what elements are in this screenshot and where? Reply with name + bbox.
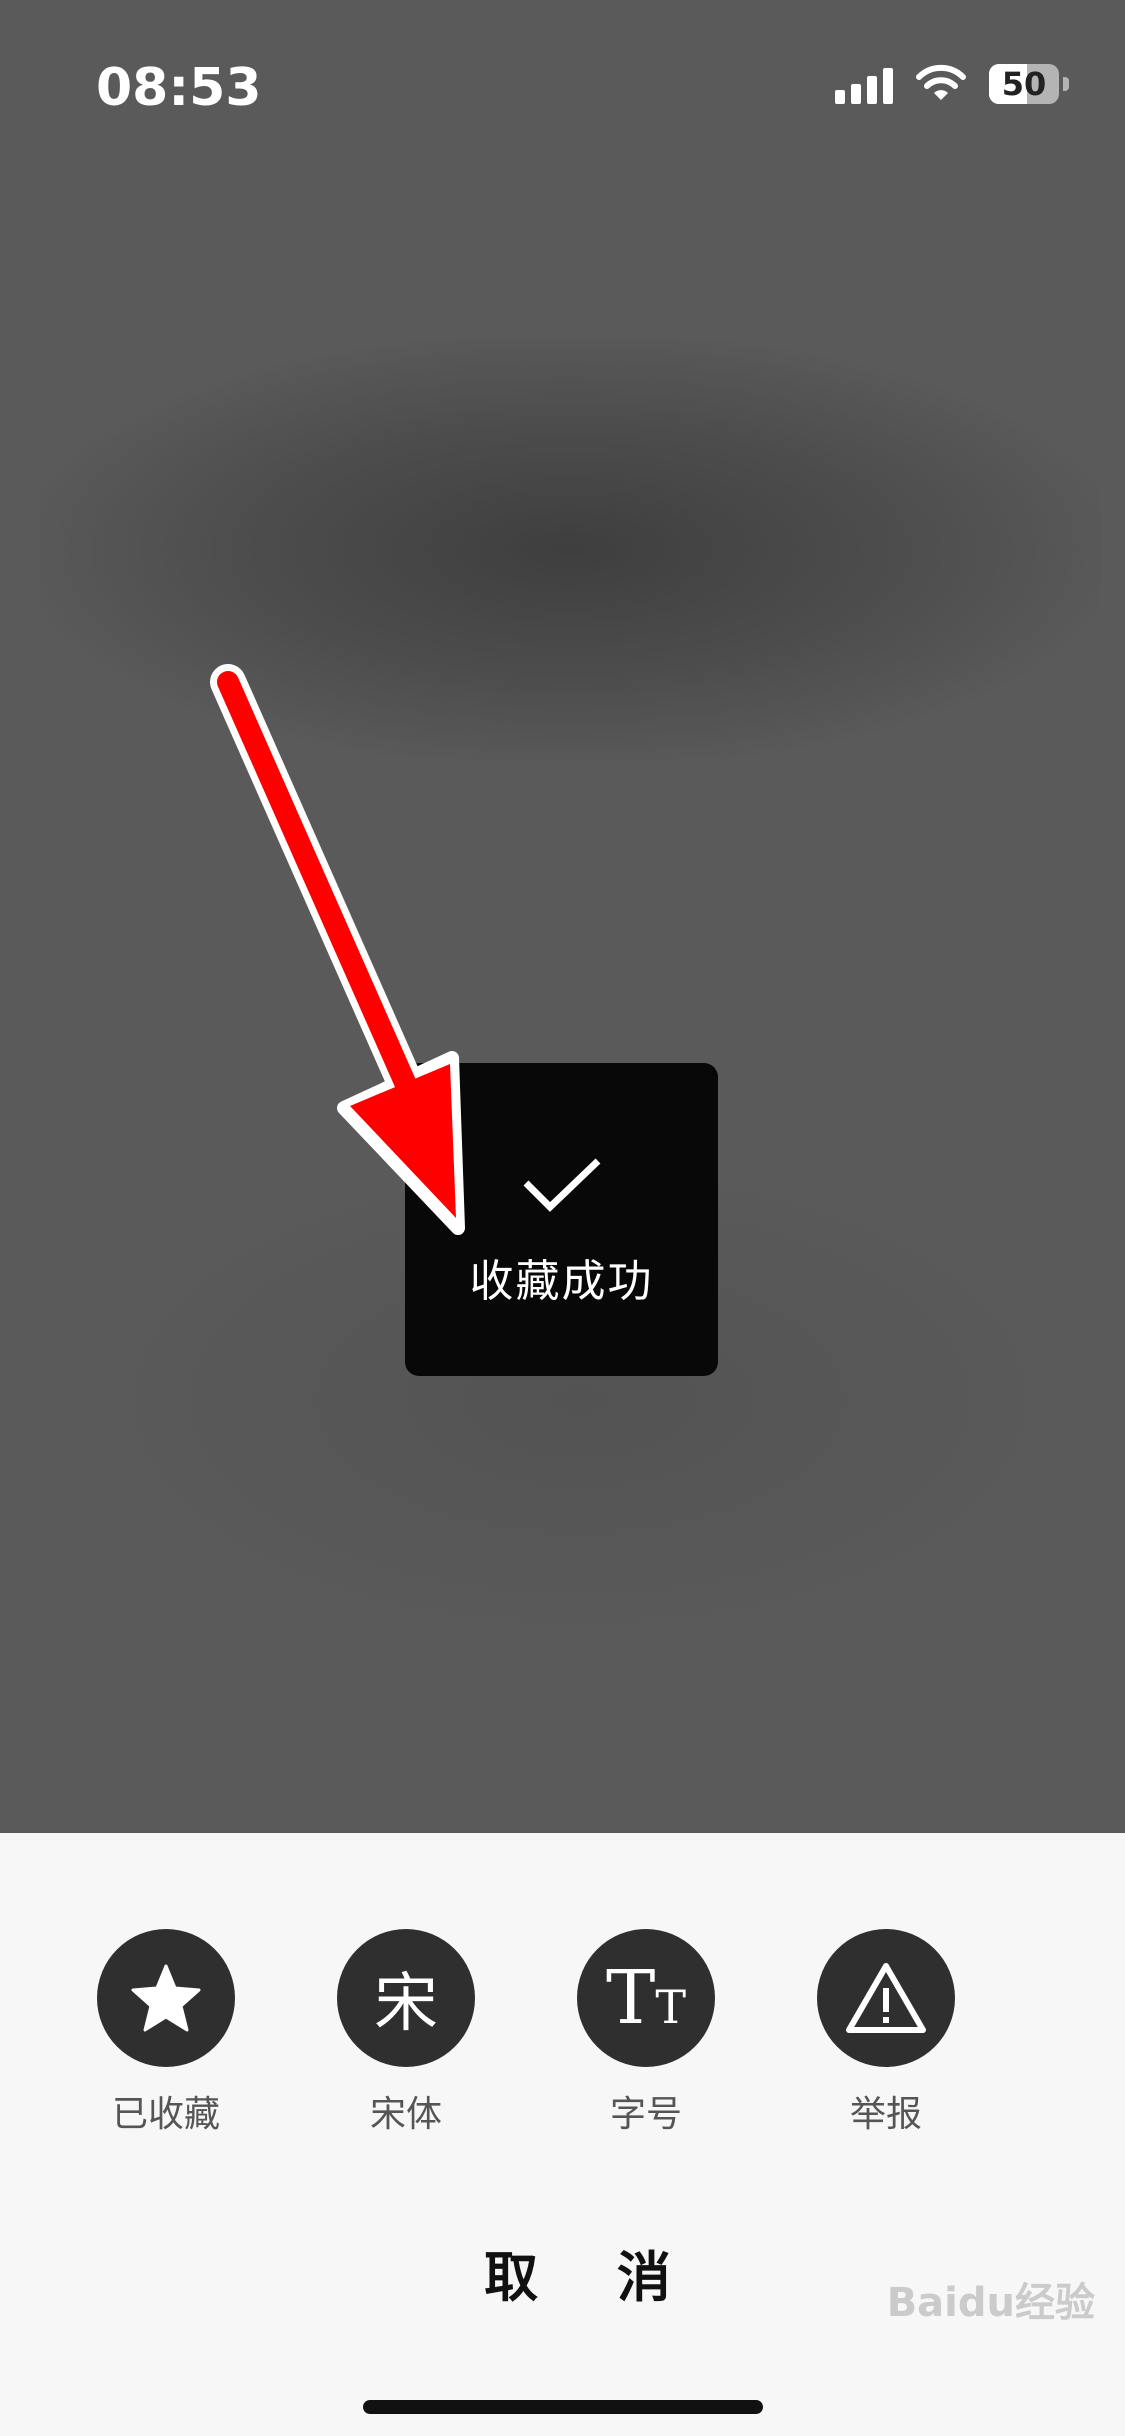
font-size-icon: TT: [606, 1955, 686, 2041]
star-icon: [131, 1964, 201, 2032]
font-size-circle[interactable]: TT: [577, 1929, 715, 2067]
action-sheet: 已收藏 宋 宋体 TT 字号 举报 取 消: [0, 1833, 1125, 2436]
home-indicator[interactable]: [363, 2400, 763, 2414]
font-song-label: 宋体: [369, 2094, 442, 2135]
report-button[interactable]: 举报: [816, 1929, 956, 2137]
font-song-button[interactable]: 宋 宋体: [336, 1929, 476, 2137]
font-song-circle[interactable]: 宋: [337, 1929, 475, 2067]
report-circle[interactable]: [817, 1929, 955, 2067]
watermark: Baidu经验: [886, 2280, 1095, 2326]
font-size-label: 字号: [609, 2094, 682, 2135]
warning-icon: [846, 1963, 926, 2033]
font-size-glyph-small: T: [655, 1980, 687, 2034]
report-label: 举报: [849, 2094, 922, 2135]
collect-circle[interactable]: [97, 1929, 235, 2067]
font-size-button[interactable]: TT 字号: [576, 1929, 716, 2137]
collect-label: 已收藏: [111, 2094, 220, 2135]
font-song-icon: 宋: [374, 1967, 438, 2041]
font-size-glyph-big: T: [605, 1955, 656, 2041]
red-arrow-icon: [210, 664, 465, 1235]
collect-button[interactable]: 已收藏: [96, 1929, 236, 2137]
